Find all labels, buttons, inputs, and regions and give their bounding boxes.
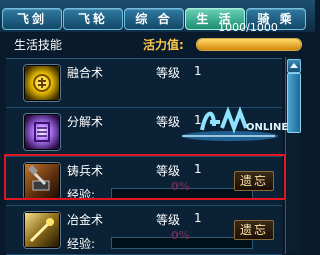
- metallurgy-icon: [24, 212, 60, 248]
- game-logo: ONLINE: [182, 106, 288, 141]
- fusion-icon: [24, 65, 60, 101]
- scrollbar[interactable]: [285, 57, 301, 254]
- skill-name: 融合术: [67, 66, 104, 80]
- tab-general[interactable]: 综 合: [124, 8, 184, 30]
- level-label: 等级: [156, 115, 181, 129]
- experience-label: 经验:: [67, 237, 96, 251]
- selected-row-highlight: [4, 154, 286, 200]
- scroll-up-arrow-icon[interactable]: [287, 59, 301, 73]
- vitality-bar-fill: [197, 39, 301, 50]
- skill-name: 冶金术: [67, 213, 104, 227]
- vitality-label: 活力值:: [143, 38, 184, 52]
- disassemble-icon: [24, 114, 60, 150]
- level-label: 等级: [156, 213, 181, 227]
- forget-button[interactable]: 遗忘: [234, 220, 274, 240]
- level-label: 等级: [156, 66, 181, 80]
- vitality-value: 1000/1000: [218, 21, 278, 34]
- tab-flying-sword[interactable]: 飞剑: [2, 8, 62, 30]
- skill-name: 分解术: [67, 115, 104, 129]
- skill-row[interactable]: 冶金术 等级 1 经验: 0% 遗忘: [6, 206, 282, 255]
- life-skills-header: 生活技能 活力值: 1000/1000: [0, 21, 315, 52]
- logo-text: ONLINE: [246, 122, 288, 133]
- section-title: 生活技能: [14, 38, 63, 52]
- level-value: 1: [194, 64, 202, 78]
- tab-flying-wheel[interactable]: 飞轮: [63, 8, 123, 30]
- experience-percent: 0%: [171, 229, 190, 242]
- level-value: 1: [194, 211, 202, 225]
- vitality-bar: [196, 38, 302, 51]
